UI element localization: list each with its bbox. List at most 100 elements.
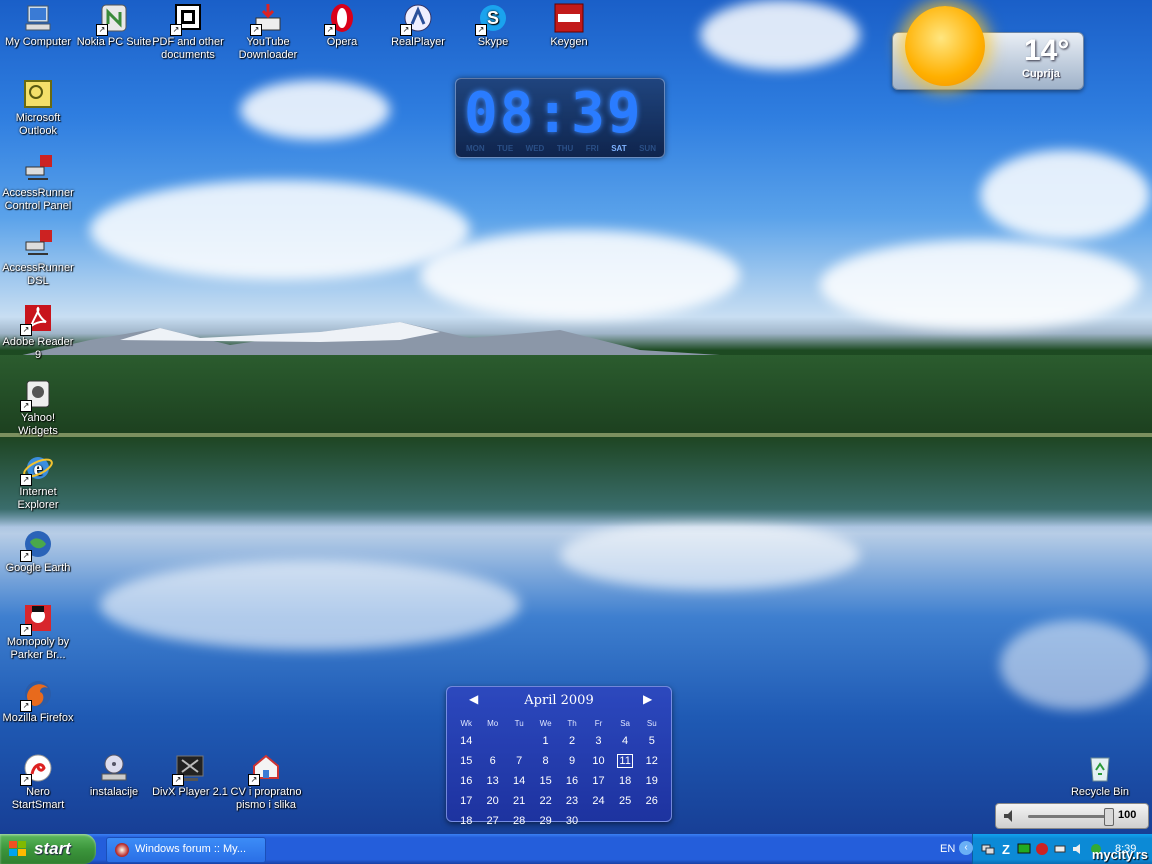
volume-slider-handle[interactable] — [1104, 808, 1114, 826]
forest — [0, 355, 1152, 437]
calendar-day[interactable]: 2 — [559, 731, 585, 751]
calendar-day[interactable]: 23 — [559, 791, 585, 811]
display-tray-icon[interactable] — [1017, 842, 1031, 856]
desktop-icon-realplayer[interactable]: ↗ RealPlayer — [380, 2, 456, 49]
calendar-header-row: Wk Mo Tu We Th Fr Sa Su — [453, 715, 665, 731]
desktop-icon-label: Nokia PC Suite — [76, 36, 152, 48]
show-hidden-icons-button[interactable]: ‹ — [959, 841, 973, 855]
calendar-day[interactable]: 19 — [639, 771, 665, 791]
calendar-day — [506, 731, 532, 751]
calendar-day[interactable]: 20 — [479, 791, 505, 811]
calendar-day[interactable]: 4 — [612, 731, 639, 751]
calendar-month-label: April 2009 — [524, 693, 594, 708]
calendar-day[interactable]: 9 — [559, 751, 585, 771]
desktop-icon-my-computer[interactable]: My Computer — [0, 2, 76, 49]
firefox-icon: ↗ — [20, 678, 54, 712]
zonealarm-tray-icon[interactable]: Z — [999, 842, 1013, 856]
calendar-grid: Wk Mo Tu We Th Fr Sa Su 14 1 2 3 4 5 15 6 7 8 9 10 11 12 16 13… — [453, 715, 665, 831]
outlook-icon — [22, 78, 54, 110]
volume-value: 100 — [1118, 809, 1137, 821]
calendar-day[interactable]: 25 — [612, 791, 639, 811]
windows-logo-icon — [9, 841, 26, 856]
calendar-day[interactable]: 15 — [532, 771, 558, 791]
desktop-icon-cv-folder[interactable]: ↗ CV i propratno pismo i slika — [228, 752, 304, 812]
desktop-icon-internet-explorer[interactable]: e ↗ Internet Explorer — [0, 452, 76, 512]
desktop-icon-accessrunner-dsl[interactable]: AccessRunner DSL — [0, 228, 76, 288]
volume-slider-track[interactable] — [1028, 815, 1108, 818]
cloud — [240, 80, 390, 140]
calendar-day[interactable]: 3 — [585, 731, 611, 751]
calendar-day[interactable]: 13 — [479, 771, 505, 791]
antivirus-tray-icon[interactable] — [1035, 842, 1049, 856]
nero-icon: ↗ — [20, 752, 54, 786]
printer-tray-icon[interactable] — [1053, 842, 1067, 856]
calendar-week-row: 17 20 21 22 23 24 25 26 — [453, 791, 665, 811]
calendar-day[interactable]: 21 — [506, 791, 532, 811]
desktop-icon-label: Google Earth — [5, 562, 71, 574]
calendar-day[interactable]: 1 — [532, 731, 558, 751]
calendar-day[interactable]: 22 — [532, 791, 558, 811]
calendar-day[interactable]: 30 — [559, 811, 585, 831]
opera-icon: ↗ — [324, 2, 358, 36]
taskbar-window-button[interactable]: Windows forum :: My... — [106, 837, 266, 863]
language-indicator[interactable]: EN — [940, 843, 955, 855]
network-icon — [22, 153, 54, 185]
desktop-icon-divx-player[interactable]: ↗ DivX Player 2.1 — [152, 752, 228, 799]
desktop-icon-keygen[interactable]: Keygen — [531, 2, 607, 49]
calendar-day[interactable]: 27 — [479, 811, 505, 831]
clock-time: 08:39 — [464, 81, 643, 146]
desktop-icon-label: Recycle Bin — [1070, 786, 1130, 798]
volume-widget[interactable]: 100 — [995, 803, 1149, 829]
calendar-day[interactable]: 14 — [506, 771, 532, 791]
desktop-icon-youtube-downloader[interactable]: ↗ YouTube Downloader — [230, 2, 306, 62]
calendar-day-today[interactable]: 11 — [612, 751, 639, 771]
speaker-tray-icon[interactable] — [1071, 842, 1085, 856]
calendar-day[interactable]: 5 — [639, 731, 665, 751]
desktop-icon-google-earth[interactable]: ↗ Google Earth — [0, 528, 76, 575]
cloud-reflection — [560, 520, 860, 590]
calendar-day[interactable]: 8 — [532, 751, 558, 771]
desktop-icon-opera[interactable]: ↗ Opera — [304, 2, 380, 49]
calendar-next-button[interactable]: ▶ — [643, 692, 652, 706]
cloud — [90, 180, 470, 280]
calendar-day[interactable]: 28 — [506, 811, 532, 831]
speaker-icon — [1004, 810, 1012, 822]
svg-text:S: S — [487, 8, 499, 28]
calendar-day[interactable]: 16 — [559, 771, 585, 791]
opera-icon — [115, 843, 129, 857]
desktop-icon-instalacije[interactable]: instalacije — [76, 752, 152, 799]
calendar-day[interactable]: 10 — [585, 751, 611, 771]
calendar-day[interactable]: 29 — [532, 811, 558, 831]
calendar-day[interactable]: 18 — [612, 771, 639, 791]
calendar-day[interactable]: 12 — [639, 751, 665, 771]
realplayer-icon: ↗ — [400, 2, 434, 36]
calendar-day[interactable]: 24 — [585, 791, 611, 811]
calendar-day[interactable]: 7 — [506, 751, 532, 771]
desktop-icon-microsoft-outlook[interactable]: Microsoft Outlook — [0, 78, 76, 138]
calendar-widget[interactable]: ◀ April 2009 ▶ Wk Mo Tu We Th Fr Sa Su 14 1 2 3 4 5 1… — [446, 686, 672, 827]
start-button[interactable]: start — [0, 834, 96, 864]
desktop-icon-nero-startsmart[interactable]: ↗ Nero StartSmart — [0, 752, 76, 812]
desktop-icon-mozilla-firefox[interactable]: ↗ Mozilla Firefox — [0, 678, 76, 725]
internet-explorer-icon: e ↗ — [20, 452, 54, 486]
desktop-icon-pdf-documents[interactable]: ↗ PDF and other documents — [150, 2, 226, 62]
desktop-icon-label: My Computer — [4, 36, 72, 48]
desktop-icon-label: RealPlayer — [391, 36, 445, 48]
desktop-icon-recycle-bin[interactable]: Recycle Bin — [1062, 752, 1138, 799]
calendar-day[interactable]: 26 — [639, 791, 665, 811]
calendar-weekday-header: Fr — [594, 718, 603, 728]
desktop-icon-accessrunner-control-panel[interactable]: AccessRunner Control Panel — [0, 153, 76, 213]
desktop-icon-monopoly[interactable]: ↗ Monopoly by Parker Br... — [0, 602, 76, 662]
clock-widget[interactable]: 08:39 MON TUE WED THU FRI SAT SUN — [455, 78, 665, 158]
desktop-icon-nokia-pc-suite[interactable]: ↗ Nokia PC Suite — [76, 2, 152, 49]
desktop-icon-adobe-reader[interactable]: ↗ Adobe Reader 9 — [0, 302, 76, 362]
desktop-icon-yahoo-widgets[interactable]: ↗ Yahoo! Widgets — [0, 378, 76, 438]
calendar-day[interactable]: 17 — [585, 771, 611, 791]
desktop-icon-skype[interactable]: S ↗ Skype — [455, 2, 531, 49]
cloud — [980, 150, 1150, 240]
desktop-icon-label: Yahoo! Widgets — [18, 412, 58, 437]
network-tray-icon[interactable] — [981, 842, 995, 856]
calendar-week-number: 18 — [460, 815, 473, 827]
clock-day: TUE — [497, 144, 514, 153]
calendar-day[interactable]: 6 — [479, 751, 505, 771]
